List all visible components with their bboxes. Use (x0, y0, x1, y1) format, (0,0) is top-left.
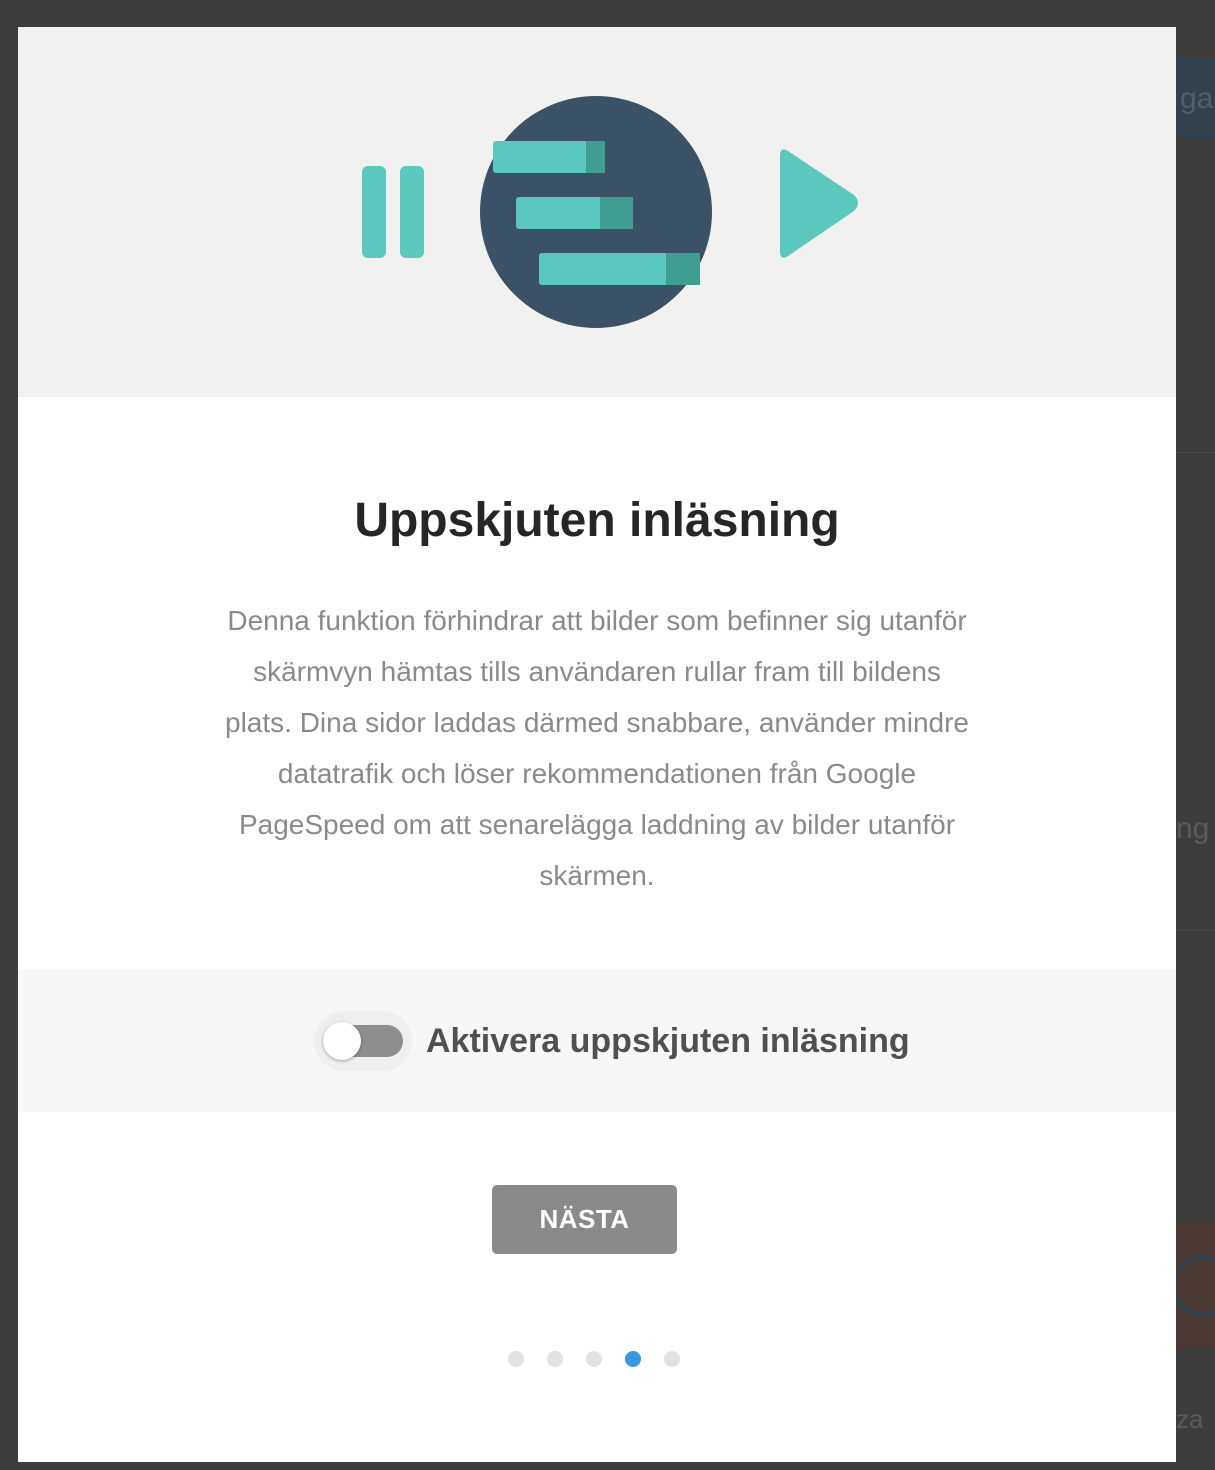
onboarding-modal: Uppskjuten inläsning Denna funktion förh… (18, 27, 1176, 1462)
hero-illustration (18, 27, 1176, 397)
pagination-dot-2[interactable] (547, 1351, 563, 1367)
background-text: ng (1176, 812, 1210, 845)
background-text: za (1176, 1404, 1204, 1434)
lazy-load-icon (480, 96, 712, 328)
background-divider (1176, 452, 1215, 453)
play-icon (780, 149, 858, 258)
pagination-dot-3[interactable] (586, 1351, 602, 1367)
pause-icon (362, 166, 424, 258)
toggle-knob (323, 1022, 361, 1060)
modal-title: Uppskjuten inläsning (354, 494, 840, 547)
lazy-load-toggle[interactable] (314, 1011, 412, 1071)
pagination-dot-1[interactable] (508, 1351, 524, 1367)
lazy-load-toggle-row[interactable]: Aktivera uppskjuten inläsning (314, 1011, 910, 1071)
pagination-dot-5[interactable] (664, 1351, 680, 1367)
background-divider (1176, 930, 1215, 931)
next-button[interactable]: NÄSTA (492, 1185, 677, 1254)
pagination-dots (508, 1351, 703, 1367)
pagination-dot-4[interactable] (625, 1351, 641, 1367)
modal-description: Denna funktion förhindrar att bilder som… (225, 605, 969, 891)
background-text: ga (1180, 82, 1214, 115)
toggle-label[interactable]: Aktivera uppskjuten inläsning (426, 1022, 910, 1061)
